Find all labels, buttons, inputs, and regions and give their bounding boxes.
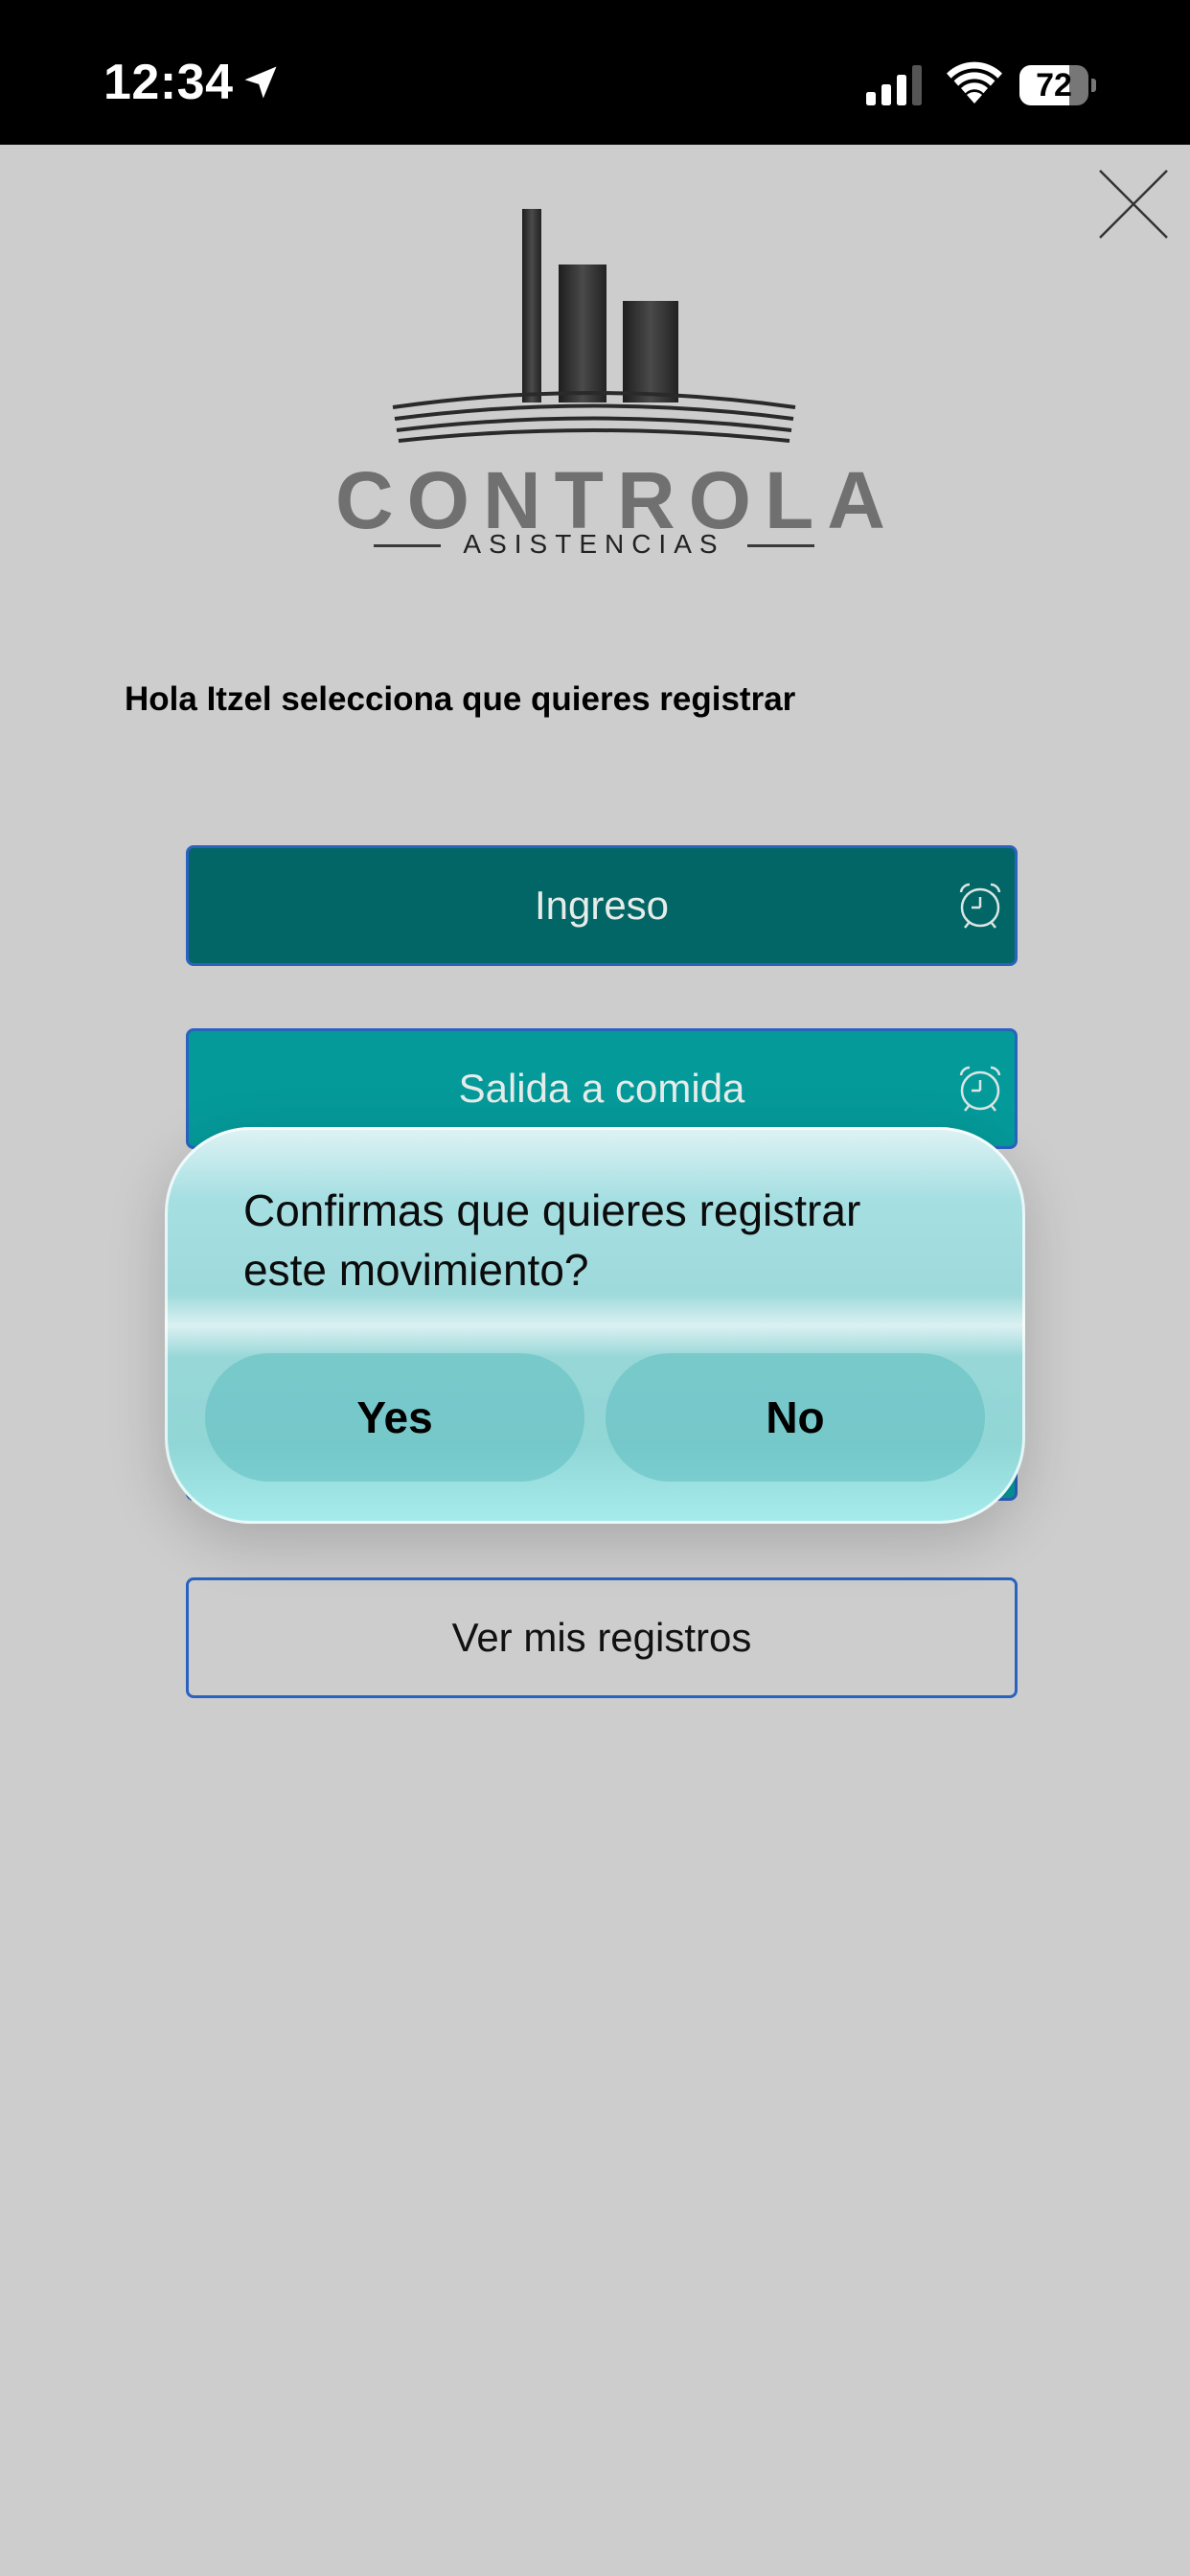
ver-registros-button[interactable]: Ver mis registros [186,1577,1018,1698]
dialog-message: Confirmas que quieres registrar este mov… [243,1185,861,1295]
logo-divider-right [747,544,814,547]
logo-subtitle-row: ASISTENCIAS [374,525,814,564]
no-button[interactable]: No [606,1353,985,1482]
logo-bars-graphic [392,209,796,443]
signal-icon [866,65,922,105]
battery-body: 72 [1019,65,1088,105]
battery-nub [1091,79,1096,92]
salida-comida-label: Salida a comida [458,1066,745,1111]
battery-icon: 72 [1019,65,1096,105]
close-icon[interactable] [1096,167,1171,242]
battery-percent: 72 [1036,67,1072,104]
status-bar: 12:34 72 [0,0,1190,145]
alarm-clock-icon [959,1066,1001,1112]
ingreso-label: Ingreso [534,883,670,928]
greeting-text: Hola Itzel selecciona que quieres regist… [125,680,796,718]
status-time: 12:34 [103,55,234,110]
ingreso-button[interactable]: Ingreso [186,845,1018,966]
yes-button[interactable]: Yes [205,1353,584,1482]
wifi-icon [947,61,1002,104]
confirm-dialog: Confirmas que quieres registrar este mov… [165,1127,1025,1524]
alarm-clock-icon [959,883,1001,929]
location-arrow-icon [244,66,277,99]
controla-logo: CONTROLA ASISTENCIAS [335,201,885,565]
